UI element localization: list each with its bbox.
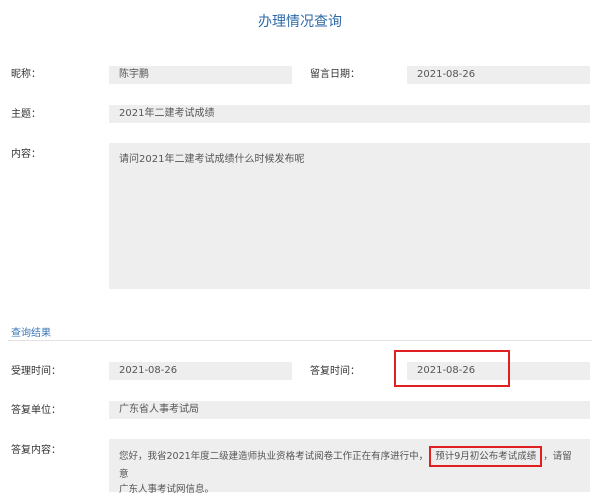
page-title: 办理情况查询: [258, 14, 342, 30]
nickname-field: 陈宇鹏: [109, 66, 292, 84]
content-field: 请问2021年二建考试成绩什么时候发布呢: [109, 143, 590, 289]
result-section-title: 查询结果: [11, 328, 51, 339]
content-label: 内容：: [11, 149, 41, 160]
subject-label: 主题：: [11, 109, 41, 120]
reply-content-field: 您好，我省2021年度二级建造师执业资格考试阅卷工作正在有序进行中， 预计9月初公…: [109, 439, 590, 495]
accept-time-field: 2021-08-26: [109, 362, 292, 380]
message-date-label: 留言日期：: [310, 69, 360, 80]
accept-time-label: 受理时间：: [11, 366, 61, 377]
reply-highlight: 预计9月初公布考试成绩: [429, 446, 543, 467]
nickname-label: 昵称：: [11, 69, 41, 80]
section-divider: [8, 340, 592, 341]
reply-content-label: 答复内容：: [11, 445, 61, 456]
reply-unit-field: 广东省人事考试局: [109, 401, 590, 419]
reply-time-highlight: [394, 350, 510, 387]
reply-text-part1: 您好，我省2021年度二级建造师执业资格考试阅卷工作正在有序进行中，: [119, 451, 429, 462]
reply-text-line2: 广东人事考试网信息。: [119, 484, 215, 495]
reply-time-label: 答复时间：: [310, 366, 360, 377]
reply-unit-label: 答复单位：: [11, 405, 61, 416]
message-date-field: 2021-08-26: [407, 66, 590, 84]
subject-field: 2021年二建考试成绩: [109, 105, 590, 123]
